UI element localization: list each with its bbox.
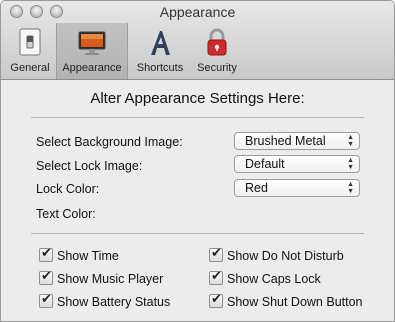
show-shut-down-button-checkbox[interactable]: Show Shut Down Button bbox=[209, 292, 363, 309]
show-caps-lock-label: Show Caps Lock bbox=[227, 272, 321, 286]
show-time-label: Show Time bbox=[57, 249, 119, 263]
checkmark-icon bbox=[39, 246, 53, 262]
checkmark-icon bbox=[209, 269, 223, 285]
page-title: Alter Appearance Settings Here: bbox=[90, 90, 305, 107]
tab-security[interactable]: Security bbox=[191, 23, 243, 79]
show-shut-down-button-label: Show Shut Down Button bbox=[227, 295, 363, 309]
lock-image-label: Select Lock Image: bbox=[36, 159, 143, 173]
lock-color-value: Red bbox=[245, 181, 268, 195]
show-music-player-label: Show Music Player bbox=[57, 272, 164, 286]
text-color-label: Text Color: bbox=[36, 207, 96, 221]
lock-color-select[interactable]: Red ▲ ▼ bbox=[234, 179, 360, 197]
divider-top bbox=[31, 117, 364, 118]
padlock-icon bbox=[207, 28, 227, 56]
display-icon bbox=[78, 31, 106, 55]
tab-appearance-label: Appearance bbox=[62, 62, 122, 74]
checkmark-icon bbox=[209, 246, 223, 262]
lock-color-label: Lock Color: bbox=[36, 182, 100, 196]
switch-icon bbox=[19, 28, 41, 56]
lock-image-select[interactable]: Default ▲ ▼ bbox=[234, 155, 360, 173]
background-image-select[interactable]: Brushed Metal ▲ ▼ bbox=[234, 132, 360, 150]
appearance-pane: Alter Appearance Settings Here: Select B… bbox=[1, 80, 394, 321]
show-do-not-disturb-label: Show Do Not Disturb bbox=[227, 249, 344, 263]
show-battery-status-checkbox[interactable]: Show Battery Status bbox=[39, 292, 171, 309]
show-time-checkbox[interactable]: Show Time bbox=[39, 246, 119, 263]
show-battery-status-label: Show Battery Status bbox=[57, 295, 171, 309]
letter-a-icon bbox=[151, 31, 170, 55]
window-title: Appearance bbox=[159, 4, 236, 20]
tab-general-label: General bbox=[10, 62, 50, 74]
divider-bottom bbox=[31, 233, 364, 234]
background-image-label: Select Background Image: bbox=[36, 135, 183, 149]
checkmark-icon bbox=[39, 269, 53, 285]
preferences-window: Appearance General Appearance Shortcuts … bbox=[0, 0, 395, 322]
show-do-not-disturb-checkbox[interactable]: Show Do Not Disturb bbox=[209, 246, 344, 263]
updown-arrows-icon: ▲ ▼ bbox=[347, 157, 354, 171]
tab-security-label: Security bbox=[197, 62, 237, 74]
show-music-player-checkbox[interactable]: Show Music Player bbox=[39, 269, 164, 286]
checkmark-icon bbox=[39, 292, 53, 308]
checkmark-icon bbox=[209, 292, 223, 308]
updown-arrows-icon: ▲ ▼ bbox=[347, 134, 354, 148]
background-image-value: Brushed Metal bbox=[245, 134, 326, 148]
toolbar: Appearance General Appearance Shortcuts … bbox=[1, 1, 394, 80]
tab-shortcuts[interactable]: Shortcuts bbox=[130, 23, 190, 79]
tab-appearance[interactable]: Appearance bbox=[56, 23, 128, 79]
tab-general[interactable]: General bbox=[7, 23, 53, 79]
updown-arrows-icon: ▲ ▼ bbox=[347, 181, 354, 195]
show-caps-lock-checkbox[interactable]: Show Caps Lock bbox=[209, 269, 321, 286]
lock-image-value: Default bbox=[245, 157, 285, 171]
tab-shortcuts-label: Shortcuts bbox=[136, 62, 184, 74]
